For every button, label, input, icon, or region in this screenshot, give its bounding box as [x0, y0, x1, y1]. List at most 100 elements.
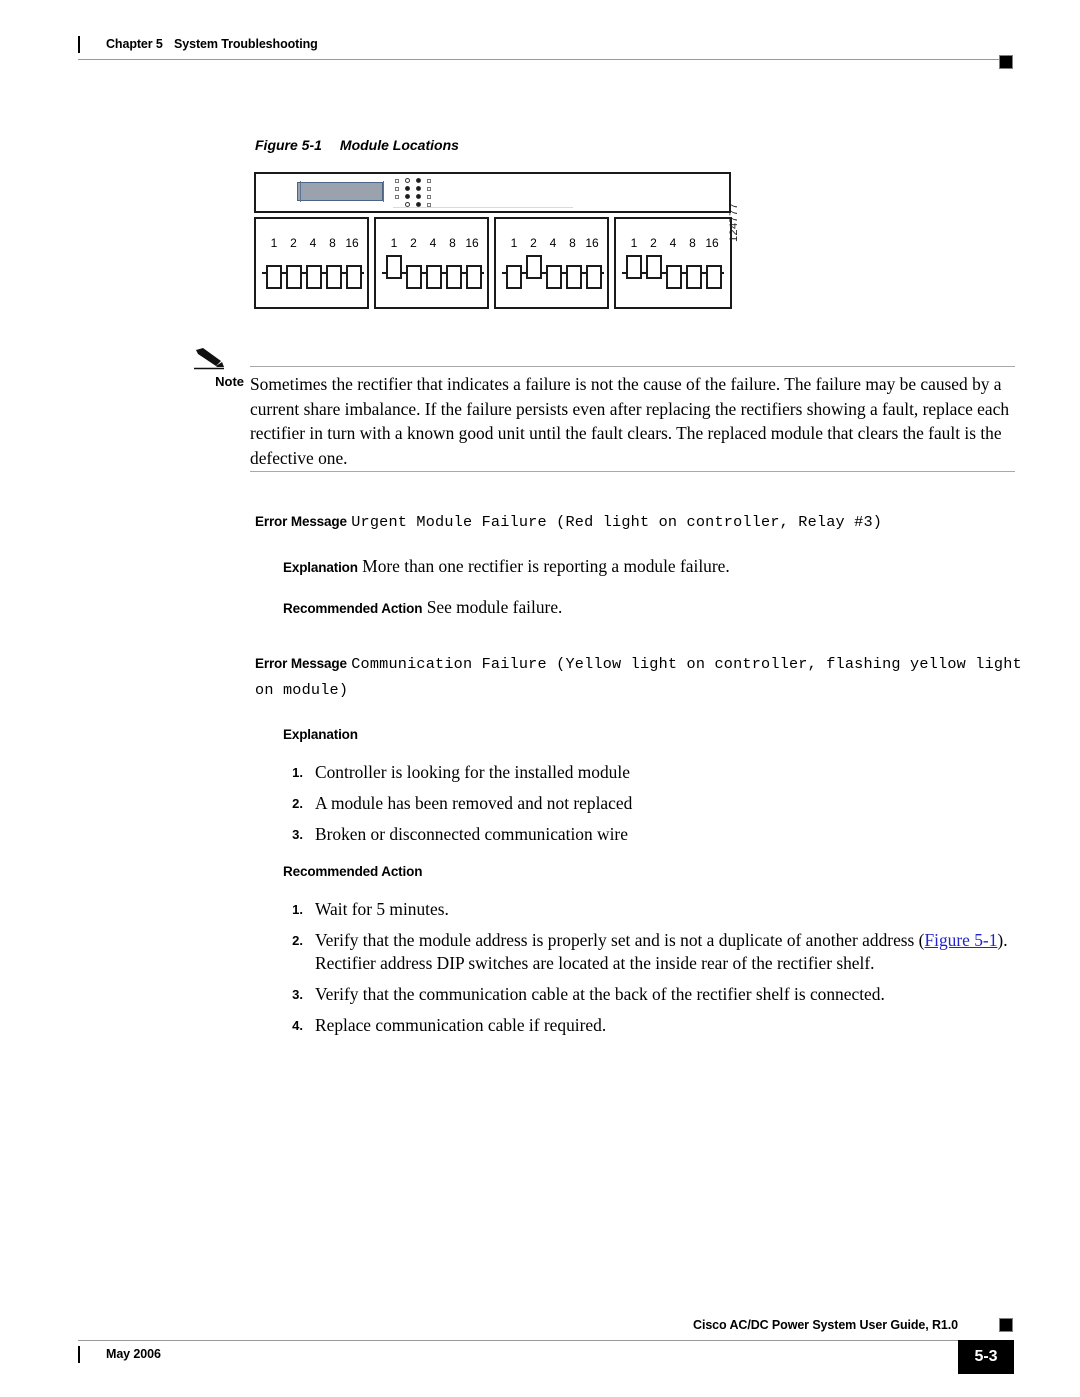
header-rule: [78, 59, 1000, 60]
figure-cross-reference-link[interactable]: Figure 5-1: [924, 930, 997, 950]
dip-switch-2: [286, 265, 302, 289]
dip-panel-module-1: 1 2 4 8 16: [254, 217, 369, 309]
dip-switch-16: [586, 265, 602, 289]
dip-switch-1: [506, 265, 522, 289]
figure-graphic-id: 124777: [728, 202, 740, 242]
recommended-action-label: Recommended Action: [283, 601, 423, 616]
page-header: Chapter 5 System Troubleshooting: [78, 34, 1022, 69]
figure-module-locations-graphic: 1 2 4 8 16 1 2 4 8 16 1 2 4 8 16 1 2 4 8…: [254, 172, 746, 320]
dip-switch-2: [406, 265, 422, 289]
dip-switch-8: [446, 265, 462, 289]
dip-label: 16: [705, 236, 719, 250]
controller-lcd-display: [297, 181, 384, 202]
list-text: A module has been removed and not replac…: [315, 793, 633, 813]
error-message-block-1: Error Message Urgent Module Failure (Red…: [255, 508, 1025, 621]
dip-label: 4: [429, 236, 437, 250]
error-message-line-1: Error Message Urgent Module Failure (Red…: [255, 508, 1025, 534]
dip-label: 2: [650, 236, 657, 250]
list-number: 3.: [292, 827, 303, 842]
dip-label: 8: [449, 236, 456, 250]
list-item: 1. Controller is looking for the install…: [283, 761, 1025, 784]
footer-guide-title: Cisco AC/DC Power System User Guide, R1.…: [693, 1318, 958, 1332]
recommended-action-text: See module failure.: [426, 597, 563, 617]
dip-labels-2: 1 2 4 8 16: [385, 236, 481, 250]
note-rule-top: [250, 366, 1015, 367]
dip-label: 16: [345, 236, 359, 250]
dip-switch-4: [546, 265, 562, 289]
header-tick-mark: [78, 36, 80, 53]
list-item: 4. Replace communication cable if requir…: [283, 1014, 1025, 1037]
error-message-label: Error Message: [255, 656, 347, 671]
dip-panel-module-4: 1 2 4 8 16: [614, 217, 732, 309]
dip-switch-2: [526, 255, 542, 279]
list-text: Broken or disconnected communication wir…: [315, 824, 628, 844]
list-number: 1.: [292, 765, 303, 780]
dip-labels-1: 1 2 4 8 16: [265, 236, 361, 250]
dip-switch-4: [306, 265, 322, 289]
dip-switch-4: [426, 265, 442, 289]
header-chapter-title: System Troubleshooting: [174, 37, 318, 51]
error-message-block-2: Error Message Communication Failure (Yel…: [255, 650, 1025, 1045]
recommended-action-heading-2: Recommended Action: [283, 858, 1025, 884]
list-text: Replace communication cable if required.: [315, 1015, 607, 1035]
dip-switch-1: [266, 265, 282, 289]
dip-switch-4: [666, 265, 682, 289]
footer-corner-marker: [999, 1318, 1013, 1332]
dip-switch-16: [466, 265, 482, 289]
list-item: 3. Broken or disconnected communication …: [283, 823, 1025, 846]
footer-rule: [78, 1340, 999, 1341]
list-text: Verify that the communication cable at t…: [315, 984, 885, 1004]
list-item: 1. Wait for 5 minutes.: [283, 898, 1025, 921]
dip-switch-row-2: [382, 255, 484, 289]
dip-switch-16: [706, 265, 722, 289]
header-chapter-label: Chapter 5: [106, 37, 163, 51]
figure-title: Module Locations: [339, 137, 459, 153]
dip-label: 4: [309, 236, 317, 250]
header-corner-marker: [999, 55, 1013, 69]
dip-label: 2: [290, 236, 297, 250]
page-number-badge: 5-3: [958, 1340, 1014, 1374]
dip-switch-1: [626, 255, 642, 279]
list-number: 2.: [292, 796, 303, 811]
controller-led-cluster: [395, 178, 437, 210]
controller-underline: [393, 207, 573, 208]
list-text-prefix: Verify that the module address is proper…: [315, 930, 925, 950]
explanation-label: Explanation: [283, 560, 358, 575]
explanation-heading-2: Explanation: [283, 721, 1025, 747]
dip-label: 8: [689, 236, 696, 250]
dip-switch-8: [566, 265, 582, 289]
note-rule-bottom: [250, 471, 1015, 472]
dip-switch-8: [686, 265, 702, 289]
list-number: 4.: [292, 1018, 303, 1033]
dip-switch-row-1: [262, 255, 364, 289]
recommended-action-label: Recommended Action: [283, 864, 423, 879]
dip-panel-module-3: 1 2 4 8 16: [494, 217, 609, 309]
error-message-text: Urgent Module Failure (Red light on cont…: [351, 513, 883, 531]
list-item: 2. A module has been removed and not rep…: [283, 792, 1025, 815]
dip-label: 16: [585, 236, 599, 250]
dip-switch-8: [326, 265, 342, 289]
pencil-icon: [194, 348, 228, 370]
dip-label: 1: [270, 236, 278, 250]
list-item: 3. Verify that the communication cable a…: [283, 983, 1025, 1006]
dip-label: 16: [465, 236, 479, 250]
list-item: 2. Verify that the module address is pro…: [283, 929, 1025, 975]
dip-label: 1: [390, 236, 398, 250]
dip-panel-module-2: 1 2 4 8 16: [374, 217, 489, 309]
explanation-list: 1. Controller is looking for the install…: [283, 761, 1025, 846]
explanation-text: More than one rectifier is reporting a m…: [362, 556, 730, 576]
list-text: Controller is looking for the installed …: [315, 762, 630, 782]
dip-switch-row-4: [622, 255, 724, 289]
list-text: Wait for 5 minutes.: [315, 899, 449, 919]
figure-number: Figure 5-1: [255, 137, 322, 153]
recommended-action-list: 1. Wait for 5 minutes. 2. Verify that th…: [283, 898, 1025, 1037]
dip-label: 1: [510, 236, 518, 250]
explanation-line-1: Explanation More than one rectifier is r…: [283, 554, 1025, 580]
note-label: Note: [215, 374, 244, 389]
dip-label: 2: [410, 236, 417, 250]
dip-label: 8: [329, 236, 336, 250]
dip-label: 8: [569, 236, 576, 250]
dip-switch-16: [346, 265, 362, 289]
dip-switch-1: [386, 255, 402, 279]
figure-caption: Figure 5-1 Module Locations: [255, 137, 459, 153]
